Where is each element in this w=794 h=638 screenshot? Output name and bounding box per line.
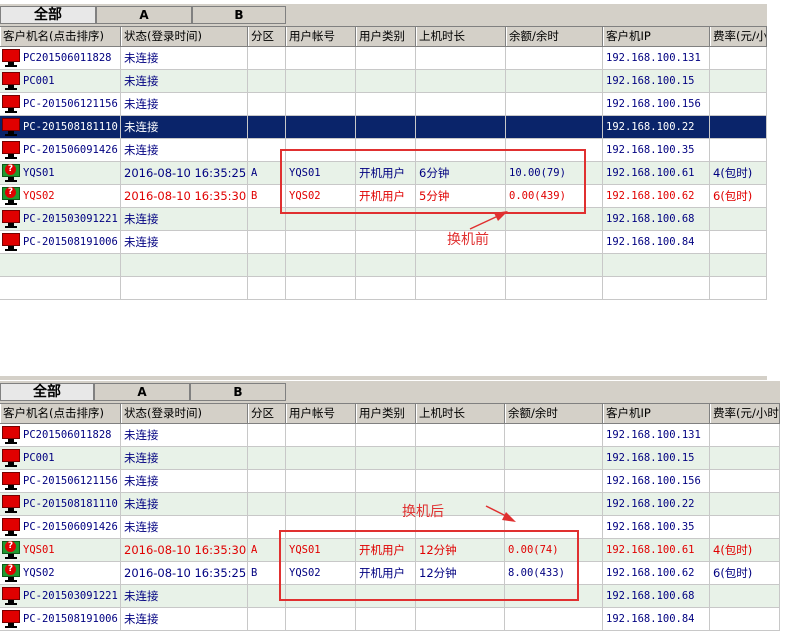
annotation-after: 换机后 xyxy=(402,504,444,520)
highlight-box-after xyxy=(279,530,579,601)
